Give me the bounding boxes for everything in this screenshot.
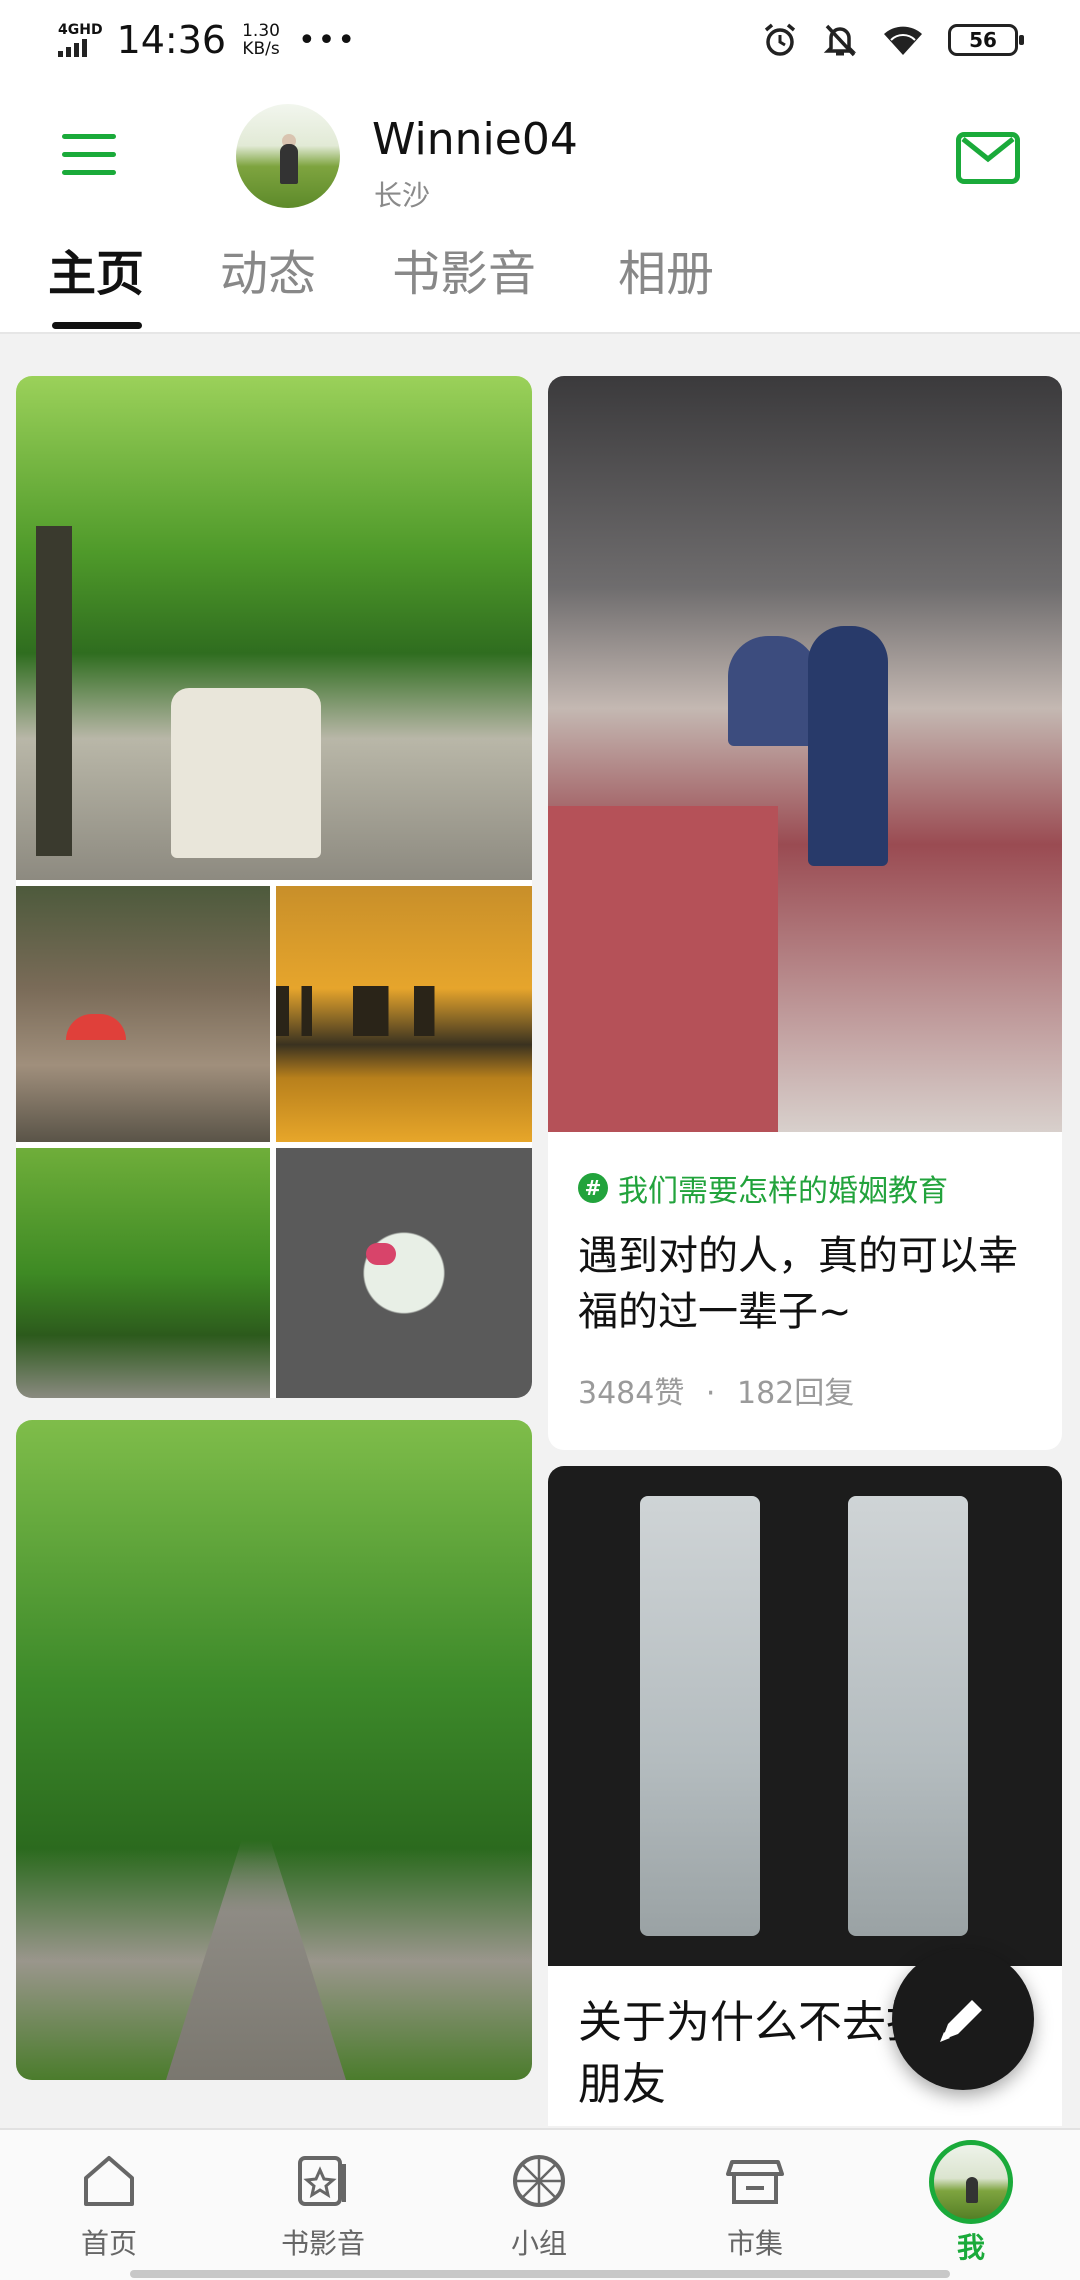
path-shape — [166, 1840, 346, 2080]
network-type: 4GHD — [58, 22, 103, 38]
nav-label-market: 市集 — [726, 2227, 783, 2260]
bags-photo[interactable] — [276, 1148, 532, 1398]
speed-value: 1.30 — [242, 21, 280, 41]
window-pane-right — [848, 1496, 968, 1936]
nav-label-me: 我 — [956, 2231, 985, 2264]
reply-count: 182回复 — [737, 1376, 855, 1411]
alarm-icon — [764, 23, 796, 56]
van-shape — [171, 688, 321, 858]
produce-shape — [366, 1243, 396, 1265]
nav-item-group[interactable]: 小组 — [464, 2148, 614, 2262]
post-title: 遇到对的人，真的可以幸福的过一辈子~ — [578, 1233, 1018, 1335]
post-card[interactable]: # 我们需要怎样的婚姻教育 遇到对的人，真的可以幸福的过一辈子~ 3484赞 ·… — [548, 376, 1062, 1450]
tab-active-indicator — [52, 322, 142, 329]
topic-tag[interactable]: # 我们需要怎样的婚姻教育 — [578, 1166, 948, 1210]
avatar-figure — [966, 2177, 978, 2203]
tab-home[interactable]: 主页 — [48, 234, 144, 304]
umbrella-shape — [66, 1014, 126, 1040]
menu-button[interactable] — [62, 134, 116, 178]
door-photo[interactable] — [548, 1466, 1062, 1966]
photo-card[interactable] — [16, 1420, 532, 2080]
mail-icon — [961, 137, 1015, 163]
status-bar: 4GHD 14:36 1.30 KB/s ••• 56 — [0, 0, 1080, 84]
signal-icon — [58, 37, 103, 57]
stats-separator: · — [705, 1376, 716, 1411]
profile-header: Winnie04 长沙 主页 动态 书影音 相册 — [0, 84, 1080, 334]
profile-avatar[interactable] — [236, 104, 340, 208]
man-figure — [728, 636, 818, 746]
mail-button[interactable] — [956, 132, 1020, 184]
nav-avatar — [929, 2140, 1013, 2224]
bottom-nav: 首页 书影音 小组 市集 我 — [0, 2128, 1080, 2280]
avatar-figure — [280, 144, 298, 184]
speed-unit: KB/s — [242, 39, 280, 59]
album-card[interactable] — [16, 376, 532, 1398]
nav-label-media: 书影音 — [280, 2227, 365, 2260]
wifi-icon — [884, 26, 922, 55]
window-pane-left — [640, 1496, 760, 1936]
nav-item-market[interactable]: 市集 — [680, 2148, 830, 2262]
mute-bell-icon — [823, 24, 857, 57]
forest-path-photo[interactable] — [16, 1420, 532, 2080]
table-shape — [548, 806, 778, 1132]
nav-label-group: 小组 — [510, 2227, 567, 2260]
post-stats: 3484赞 · 182回复 — [578, 1368, 854, 1412]
building-photo[interactable] — [16, 886, 270, 1142]
nav-item-media[interactable]: 书影音 — [248, 2148, 398, 2262]
tree-trunk — [36, 526, 72, 856]
home-icon — [84, 2156, 134, 2206]
group-icon — [513, 2155, 565, 2207]
tab-activity[interactable]: 动态 — [220, 234, 316, 304]
skyline-shape — [276, 986, 532, 1036]
username: Winnie04 — [372, 114, 578, 165]
tab-media[interactable]: 书影音 — [392, 234, 536, 304]
gesture-handle[interactable] — [130, 2270, 950, 2278]
more-notifications-icon: ••• — [297, 22, 358, 58]
menu-icon-bar — [62, 134, 116, 139]
topic-hash-icon: # — [578, 1173, 608, 1203]
nav-item-home[interactable]: 首页 — [34, 2148, 184, 2262]
street-photo[interactable] — [16, 376, 532, 880]
network-speed: 1.30 KB/s — [242, 22, 280, 58]
feed: # 我们需要怎样的婚姻教育 遇到对的人，真的可以幸福的过一辈子~ 3484赞 ·… — [0, 336, 1080, 2126]
menu-icon-bar — [62, 152, 116, 157]
tree-road-photo[interactable] — [16, 1148, 270, 1398]
likes-count: 3484赞 — [578, 1376, 685, 1411]
menu-icon-bar — [62, 170, 116, 175]
topic-label: 我们需要怎样的婚姻教育 — [618, 1174, 948, 1209]
compose-button[interactable] — [892, 1948, 1034, 2090]
woman-figure — [808, 626, 888, 866]
nav-item-me[interactable]: 我 — [896, 2140, 1046, 2266]
sunset-photo[interactable] — [276, 886, 532, 1142]
profile-tabs: 主页 动态 书影音 相册 — [0, 234, 1080, 334]
battery-icon: 56 — [948, 24, 1024, 56]
market-icon — [726, 2160, 784, 2204]
clock: 14:36 — [116, 18, 227, 62]
nav-label-home: 首页 — [80, 2227, 137, 2260]
pencil-icon — [940, 2000, 982, 2042]
tab-album[interactable]: 相册 — [618, 234, 714, 304]
star-cards-icon — [298, 2156, 346, 2206]
post-photo[interactable] — [548, 376, 1062, 1132]
network-indicator: 4GHD — [58, 23, 103, 57]
user-city: 长沙 — [374, 179, 431, 212]
